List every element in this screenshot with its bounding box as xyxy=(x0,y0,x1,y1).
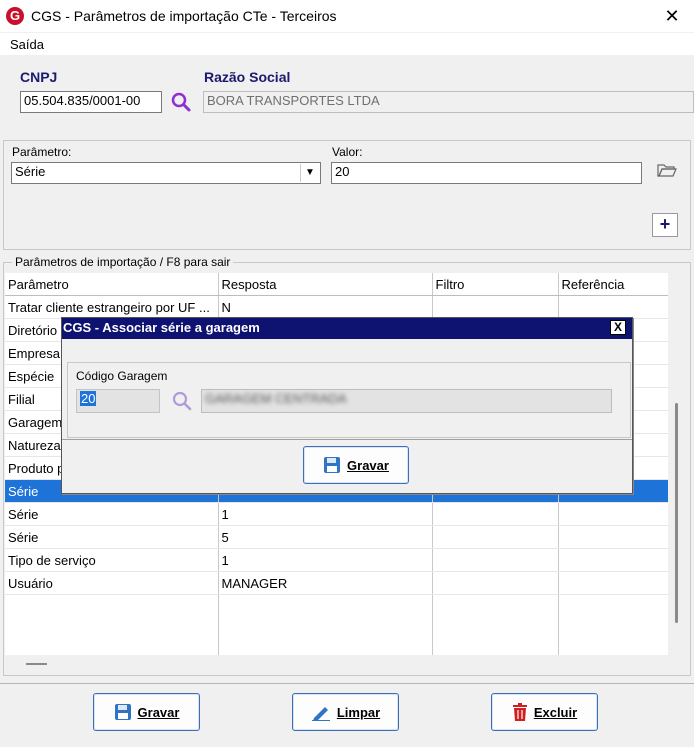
garagem-name-field: GARAGEM CENTRADA xyxy=(201,389,612,413)
floppy-disk-icon xyxy=(324,457,341,473)
search-garagem-icon[interactable] xyxy=(171,390,193,412)
cell-parametro: Série xyxy=(5,502,219,526)
app-logo-icon: G xyxy=(6,7,24,25)
grid-vertical-scrollbar[interactable] xyxy=(668,273,685,655)
cell-referencia xyxy=(558,502,668,526)
table-row[interactable]: Série 5 xyxy=(5,525,668,549)
cell-filtro xyxy=(432,525,559,549)
pencil-icon xyxy=(311,707,330,721)
cell-resposta: 1 xyxy=(218,548,433,572)
associar-serie-dialog: CGS - Associar série a garagem X Código … xyxy=(61,317,633,494)
footer-divider xyxy=(0,683,694,684)
floppy-disk-icon xyxy=(114,704,131,720)
scrollbar-thumb-horizontal[interactable] xyxy=(26,663,47,665)
table-row[interactable]: Série 1 xyxy=(5,502,668,526)
delete-button[interactable]: Excluir xyxy=(491,693,598,731)
cnpj-label: CNPJ xyxy=(20,69,58,85)
cell-parametro: Usuário xyxy=(5,571,219,595)
cell-filtro xyxy=(432,502,559,526)
cell-resposta: 5 xyxy=(218,525,433,549)
dialog-save-label: Gravar xyxy=(347,457,389,473)
save-button[interactable]: Gravar xyxy=(93,693,200,731)
clear-button[interactable]: Limpar xyxy=(292,693,399,731)
menu-item-saida[interactable]: Saída xyxy=(10,37,44,52)
table-row[interactable]: Tipo de serviço 1 xyxy=(5,548,668,572)
valor-input[interactable]: 20 xyxy=(331,162,642,184)
parametro-select-value: Série xyxy=(15,164,46,179)
cell-resposta: 1 xyxy=(218,502,433,526)
cell-parametro: Tratar cliente estrangeiro por UF ... xyxy=(5,295,219,319)
razao-social-label: Razão Social xyxy=(204,69,291,85)
title-bar: G CGS - Parâmetros de importação CTe - T… xyxy=(0,0,694,32)
cnpj-input[interactable]: 05.504.835/0001-00 xyxy=(20,91,162,113)
cell-referencia xyxy=(558,548,668,572)
column-header-filtro[interactable]: Filtro xyxy=(432,273,559,296)
dialog-save-button[interactable]: Gravar xyxy=(303,446,409,484)
cell-filtro xyxy=(432,548,559,572)
parametro-label: Parâmetro: xyxy=(12,145,72,159)
dialog-title-bar: CGS - Associar série a garagem X xyxy=(62,318,632,339)
grid-horizontal-scrollbar[interactable] xyxy=(5,655,668,672)
dialog-title: CGS - Associar série a garagem xyxy=(63,320,260,335)
cell-parametro: Série xyxy=(5,525,219,549)
window-title: CGS - Parâmetros de importação CTe - Ter… xyxy=(31,8,337,24)
codigo-garagem-input[interactable]: 20 xyxy=(76,389,160,413)
menu-bar: Saída xyxy=(0,33,694,55)
trash-icon xyxy=(512,703,527,721)
cell-resposta: N xyxy=(218,295,433,319)
delete-label: Excluir xyxy=(533,704,578,720)
folder-open-icon[interactable] xyxy=(656,162,678,180)
add-parameter-button[interactable]: + xyxy=(652,213,678,237)
table-row[interactable]: Tratar cliente estrangeiro por UF ... N xyxy=(5,295,668,319)
table-row-empty xyxy=(5,594,668,655)
cell-parametro: Tipo de serviço xyxy=(5,548,219,572)
table-row[interactable]: Usuário MANAGER xyxy=(5,571,668,595)
column-header-parametro[interactable]: Parâmetro xyxy=(5,273,219,296)
column-header-resposta[interactable]: Resposta xyxy=(218,273,433,296)
dialog-close-button[interactable]: X xyxy=(610,320,626,335)
razao-social-field: BORA TRANSPORTES LTDA xyxy=(203,91,694,113)
search-cnpj-icon[interactable] xyxy=(170,91,192,113)
cell-resposta: MANAGER xyxy=(218,571,433,595)
parametro-select[interactable]: Série xyxy=(11,162,321,184)
dialog-divider xyxy=(62,439,632,440)
cell-filtro xyxy=(432,571,559,595)
column-header-referencia[interactable]: Referência xyxy=(558,273,668,296)
chevron-down-icon[interactable]: ▼ xyxy=(300,164,319,182)
clear-label: Limpar xyxy=(336,704,381,720)
cell-referencia xyxy=(558,295,668,319)
garagem-name-value: GARAGEM CENTRADA xyxy=(205,391,347,406)
codigo-garagem-value: 20 xyxy=(80,391,97,406)
cell-filtro xyxy=(432,295,559,319)
scrollbar-thumb[interactable] xyxy=(675,403,678,623)
cell-referencia xyxy=(558,571,668,595)
close-window-button[interactable]: ✕ xyxy=(660,4,684,28)
save-label: Gravar xyxy=(137,704,180,720)
cell-referencia xyxy=(558,525,668,549)
valor-label: Valor: xyxy=(332,145,363,159)
codigo-garagem-label: Código Garagem xyxy=(76,369,168,383)
grid-group-title: Parâmetros de importação / F8 para sair xyxy=(12,255,234,269)
